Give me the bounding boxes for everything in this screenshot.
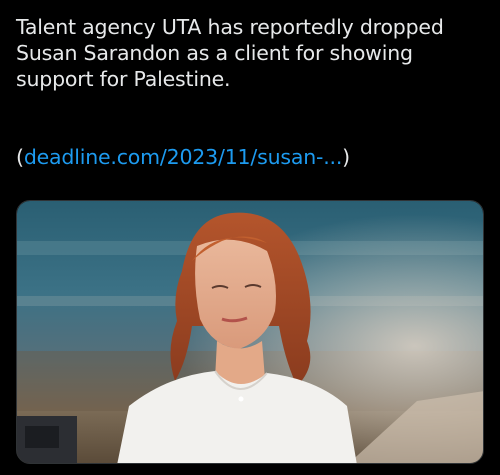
link-close-paren: ): [342, 145, 350, 169]
link-line: (deadline.com/2023/11/susan-...): [16, 144, 350, 170]
link-open-paren: (: [16, 145, 24, 169]
tweet-body: Talent agency UTA has reportedly dropped…: [16, 15, 444, 91]
tweet-image[interactable]: [16, 200, 484, 464]
photo-illustration: [17, 201, 483, 463]
tweet-text: Talent agency UTA has reportedly dropped…: [16, 14, 486, 92]
article-link[interactable]: deadline.com/2023/11/susan-...: [24, 145, 343, 169]
